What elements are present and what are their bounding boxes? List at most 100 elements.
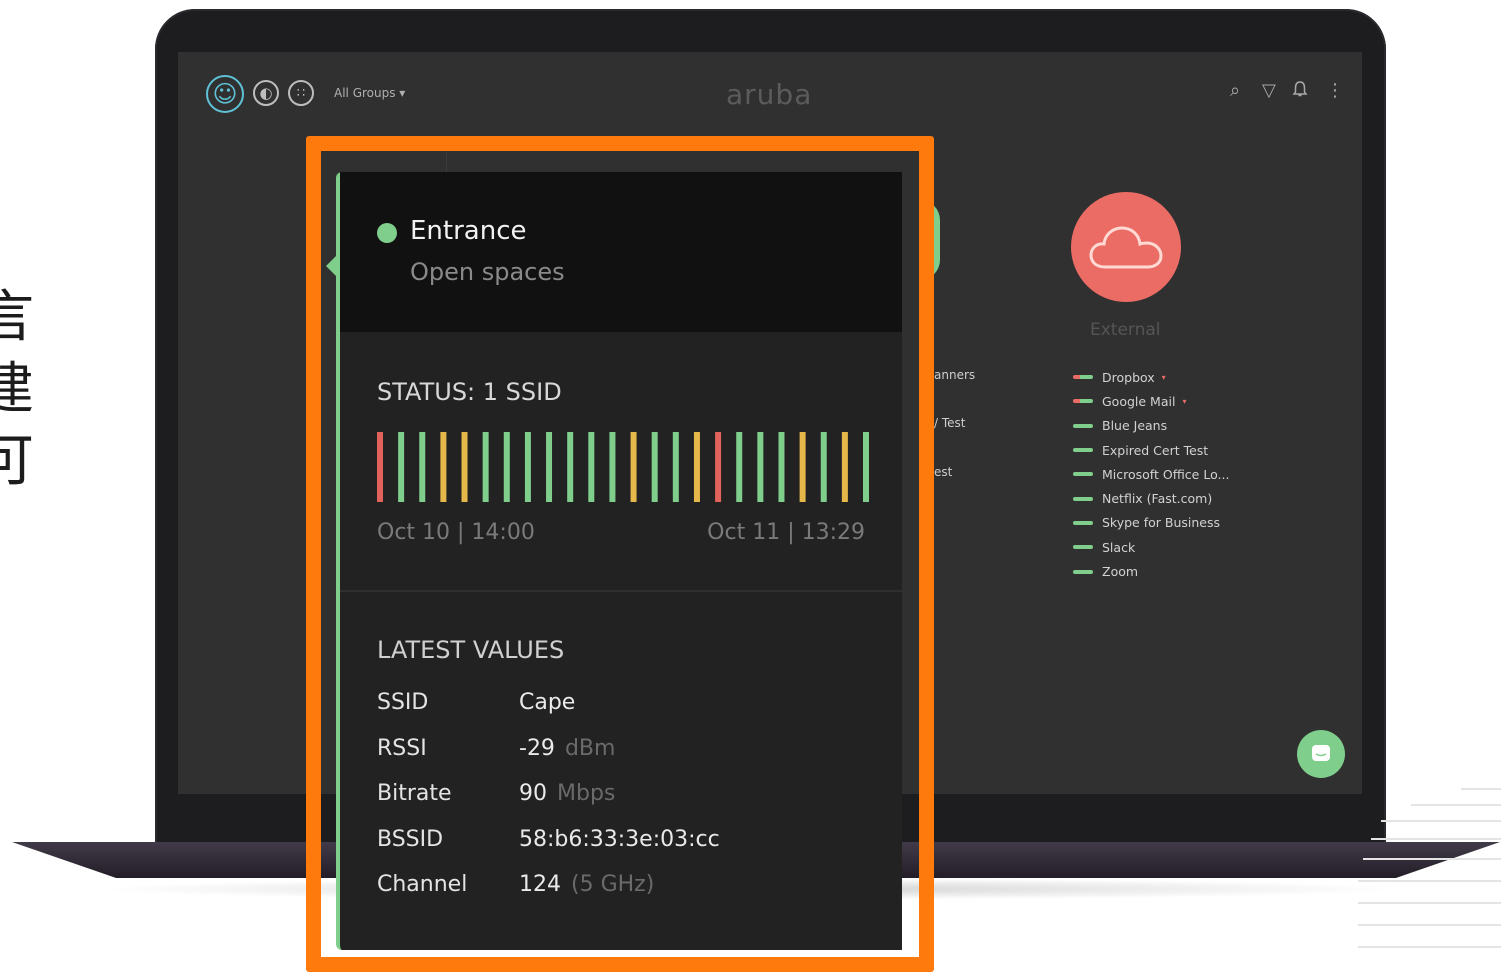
value: 124	[519, 872, 561, 897]
value-unit: (5 GHz)	[571, 872, 655, 897]
status-bar-yellow	[461, 432, 468, 502]
app-name: Netflix (Fast.com)	[1102, 491, 1213, 507]
value-row-bitrate: Bitrate 90 Mbps	[377, 781, 615, 815]
status-bar-green	[546, 432, 553, 502]
chat-button[interactable]	[1297, 730, 1345, 778]
app-name: Skype for Business	[1102, 515, 1221, 531]
status-bar-green	[419, 432, 426, 502]
value-row-bssid: BSSID 58:b6:33:3e:03:cc	[377, 827, 720, 861]
list-item[interactable]: Microsoft Office Lo...	[1073, 462, 1229, 486]
decorative-lines	[1358, 780, 1501, 973]
location-detail-panel: Entrance Open spaces STATUS: 1 SSID Oct …	[326, 172, 902, 950]
timeline-end: Oct 11 | 13:29	[707, 520, 865, 545]
status-bar-yellow	[693, 432, 700, 502]
status-dash	[1073, 569, 1093, 574]
status-bar-green	[524, 432, 531, 502]
timeline-start: Oct 10 | 14:00	[377, 520, 535, 545]
warning-icon: ▾	[1182, 396, 1187, 406]
status-bar-green	[482, 432, 489, 502]
values-title: LATEST VALUES	[377, 636, 565, 664]
app-name: Microsoft Office Lo...	[1102, 466, 1230, 482]
top-bar: ☺ ◐ ∷ All Groups ▾ aruba ⌕ ▽ ⋮	[178, 52, 1362, 136]
brand-logo: aruba	[726, 78, 813, 111]
status-timeline	[377, 432, 869, 502]
list-item[interactable]: Skype for Business	[1073, 511, 1229, 535]
location-name: Entrance	[410, 216, 527, 246]
value-unit: Mbps	[557, 781, 616, 806]
filter-icon[interactable]: ▽	[1262, 80, 1276, 101]
app-name: Google Mail	[1102, 393, 1176, 409]
status-dash	[1073, 423, 1093, 428]
value: 58:b6:33:3e:03:cc	[519, 827, 720, 852]
application-list: Dropbox ▾ Google Mail ▾ Blue Jeans Expired…	[1073, 365, 1229, 584]
search-icon[interactable]: ⌕	[1230, 80, 1240, 101]
status-bar-green	[503, 432, 510, 502]
value: Cape	[519, 690, 576, 715]
status-bar-green	[863, 432, 869, 502]
status-dash	[1073, 399, 1093, 404]
value-label: SSID	[377, 690, 429, 715]
external-node[interactable]	[1071, 192, 1181, 302]
side-glyph: 建	[0, 357, 34, 422]
status-bar-red	[377, 432, 383, 502]
chat-icon	[1312, 745, 1330, 761]
list-item[interactable]: Expired Cert Test	[1073, 438, 1229, 462]
status-bar-green	[588, 432, 595, 502]
globe-icon[interactable]: ◐	[253, 80, 279, 106]
status-bar-yellow	[799, 432, 806, 502]
cloud-icon	[1089, 226, 1163, 269]
status-bar-yellow	[440, 432, 447, 502]
status-dash	[1073, 520, 1093, 525]
groups-dropdown[interactable]: All Groups ▾	[334, 86, 405, 100]
status-title: STATUS: 1 SSID	[377, 378, 562, 406]
status-bar-green	[398, 432, 405, 502]
warning-icon: ▾	[1161, 372, 1166, 382]
value-row-rssi: RSSI -29 dBm	[377, 736, 615, 770]
list-item[interactable]: Zoom	[1073, 559, 1229, 583]
latest-values-section: LATEST VALUES SSID Cape RSSI -29 dBm Bit…	[340, 592, 902, 950]
status-dot	[377, 223, 397, 243]
location-subtitle: Open spaces	[410, 258, 565, 286]
status-dash	[1073, 545, 1093, 550]
status-section: STATUS: 1 SSID Oct 10 | 14:00 Oct 11 | 1…	[340, 332, 902, 592]
more-icon[interactable]: ⋮	[1326, 80, 1344, 101]
side-glyph: 可	[0, 429, 34, 494]
background-text: anners	[934, 368, 976, 382]
grid-icon[interactable]: ∷	[288, 80, 314, 106]
status-bar-yellow	[841, 432, 848, 502]
panel-header: Entrance Open spaces	[340, 172, 902, 332]
value-label: RSSI	[377, 736, 427, 761]
app-name: Expired Cert Test	[1102, 442, 1209, 458]
status-bar-green	[757, 432, 764, 502]
side-glyphs: 言 建 可	[0, 282, 34, 498]
status-dash	[1073, 375, 1093, 380]
status-bar-yellow	[630, 432, 637, 502]
list-item[interactable]: Slack	[1073, 535, 1229, 559]
bell-icon[interactable]	[1292, 80, 1308, 103]
value-label: Bitrate	[377, 781, 452, 806]
app-name: Zoom	[1102, 564, 1139, 580]
status-bar-green	[778, 432, 785, 502]
list-item[interactable]: Dropbox ▾	[1073, 365, 1229, 389]
value: 90	[519, 781, 547, 806]
list-item[interactable]: Netflix (Fast.com)	[1073, 486, 1229, 510]
status-bar-green	[567, 432, 574, 502]
list-item[interactable]: Blue Jeans	[1073, 414, 1229, 438]
smiley-icon[interactable]: ☺	[206, 75, 244, 113]
list-item[interactable]: Google Mail ▾	[1073, 389, 1229, 413]
status-bar-green	[820, 432, 827, 502]
value: -29	[519, 736, 555, 761]
status-bar-green	[736, 432, 743, 502]
status-bar-red	[715, 432, 722, 502]
panel-pointer	[326, 256, 336, 276]
status-bar-green	[651, 432, 658, 502]
value-row-ssid: SSID Cape	[377, 690, 575, 724]
status-dash	[1073, 448, 1093, 453]
background-text: / Test	[934, 416, 966, 430]
value-label: Channel	[377, 872, 468, 897]
external-label: External	[1090, 320, 1161, 340]
value-row-channel: Channel 124 (5 GHz)	[377, 872, 654, 906]
status-dash	[1073, 496, 1093, 501]
status-bar-green	[609, 432, 616, 502]
status-bar-green	[672, 432, 679, 502]
